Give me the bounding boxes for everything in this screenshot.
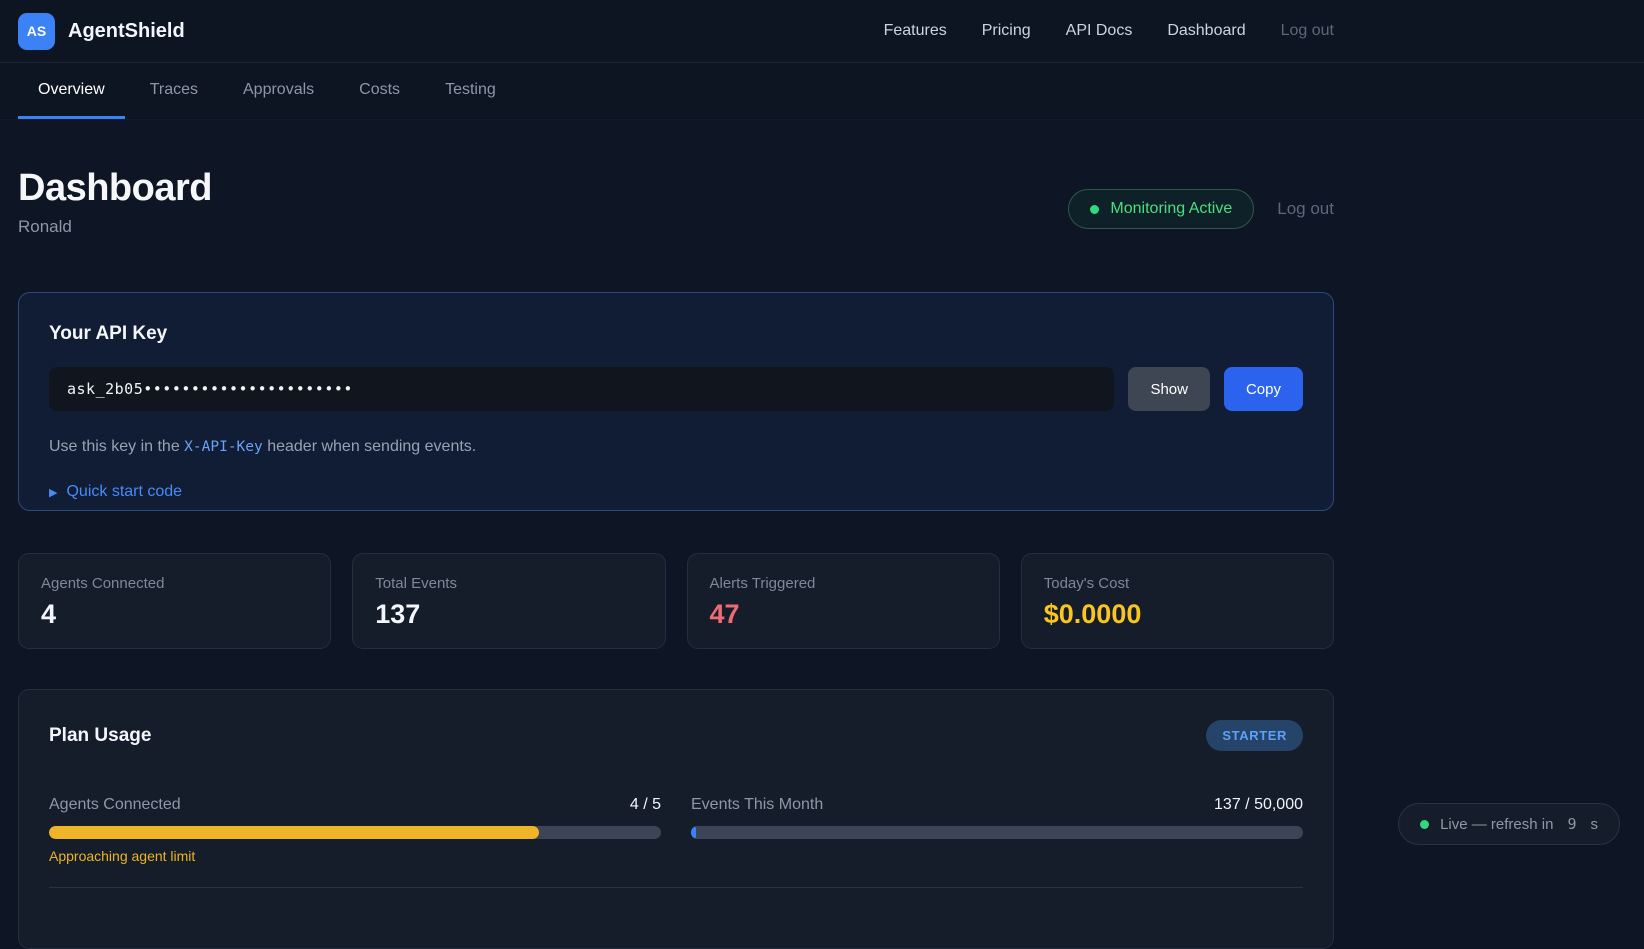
- agents-usage-meter: Agents Connected 4 / 5 Approaching agent…: [49, 796, 661, 864]
- tab-overview[interactable]: Overview: [18, 63, 125, 119]
- nav-link-logout[interactable]: Log out: [1281, 22, 1334, 40]
- tab-traces[interactable]: Traces: [130, 63, 218, 119]
- tab-approvals[interactable]: Approvals: [223, 63, 334, 119]
- api-key-title: Your API Key: [49, 323, 168, 344]
- meter-value: 4 / 5: [629, 796, 661, 813]
- stat-label: Agents Connected: [41, 575, 165, 592]
- tab-costs[interactable]: Costs: [339, 63, 420, 119]
- page-header: Dashboard Ronald Monitoring Active Log o…: [18, 167, 1334, 237]
- stat-card-alerts-triggered: Alerts Triggered 47: [686, 553, 1000, 649]
- agents-progress-fill: [49, 826, 539, 839]
- stat-card-todays-cost: Today's Cost $0.0000: [1020, 553, 1334, 649]
- plan-usage-card: Plan Usage STARTER Agents Connected 4 / …: [18, 689, 1334, 949]
- tab-testing[interactable]: Testing: [425, 63, 516, 119]
- api-key-card: Your API Key ask_2b05•••••••••••••••••••…: [18, 292, 1334, 511]
- user-name: Ronald: [18, 217, 72, 236]
- refresh-countdown: 9: [1567, 815, 1577, 833]
- meter-label: Agents Connected: [49, 796, 181, 813]
- stat-label: Alerts Triggered: [709, 575, 816, 592]
- stat-card-total-events: Total Events 137: [352, 553, 666, 649]
- meter-label: Events This Month: [691, 796, 824, 813]
- stat-label: Total Events: [375, 575, 457, 592]
- expand-triangle-icon: ▶: [49, 486, 58, 499]
- api-key-field[interactable]: ask_2b05••••••••••••••••••••••: [49, 367, 1115, 411]
- brand-name: AgentShield: [68, 19, 185, 42]
- live-dot-icon: [1420, 819, 1430, 829]
- plan-tier-badge: STARTER: [1206, 720, 1303, 751]
- stat-value: 47: [709, 599, 740, 629]
- meter-value: 137 / 50,000: [1214, 796, 1303, 813]
- brand: AS AgentShield: [18, 12, 185, 50]
- brand-logo: AS: [18, 12, 55, 50]
- show-key-button[interactable]: Show: [1128, 367, 1210, 411]
- stat-value: $0.0000: [1043, 599, 1142, 629]
- nav-link-features[interactable]: Features: [884, 22, 947, 40]
- quick-start-label: Quick start code: [66, 483, 183, 500]
- nav-link-pricing[interactable]: Pricing: [982, 22, 1031, 40]
- events-usage-meter: Events This Month 137 / 50,000: [691, 796, 1303, 864]
- status-label: Monitoring Active: [1110, 200, 1233, 217]
- events-progress-fill: [691, 826, 696, 839]
- stats-row: Agents Connected 4 Total Events 137 Aler…: [18, 553, 1334, 649]
- stat-label: Today's Cost: [1043, 575, 1130, 592]
- main-content: Dashboard Ronald Monitoring Active Log o…: [18, 167, 1334, 949]
- status-dot-icon: [1090, 204, 1100, 214]
- top-nav-links: Features Pricing API Docs Dashboard Log …: [884, 22, 1334, 40]
- stat-value: 4: [41, 599, 57, 629]
- plan-usage-title: Plan Usage: [49, 724, 152, 746]
- api-key-helper-text: Use this key in the X-API-Key header whe…: [49, 438, 477, 455]
- tab-bar: Overview Traces Approvals Costs Testing: [0, 63, 1644, 120]
- events-progress-track: [691, 826, 1303, 839]
- agents-progress-track: [49, 826, 661, 839]
- agent-limit-warning: Approaching agent limit: [49, 848, 196, 864]
- page-title: Dashboard: [18, 167, 212, 209]
- monitoring-status-badge: Monitoring Active: [1068, 189, 1255, 229]
- x-api-key-code: X-API-Key: [184, 439, 263, 455]
- stat-card-agents-connected: Agents Connected 4: [18, 553, 332, 649]
- seconds-unit: s: [1590, 815, 1599, 833]
- copy-key-button[interactable]: Copy: [1223, 367, 1303, 411]
- nav-link-dashboard[interactable]: Dashboard: [1167, 22, 1245, 40]
- live-label: Live — refresh in: [1440, 815, 1554, 833]
- live-refresh-indicator: Live — refresh in 9 s: [1398, 803, 1620, 845]
- stat-value: 137: [375, 599, 421, 629]
- top-navbar: AS AgentShield Features Pricing API Docs…: [0, 0, 1644, 63]
- logout-link[interactable]: Log out: [1277, 199, 1334, 219]
- nav-link-api-docs[interactable]: API Docs: [1066, 22, 1133, 40]
- plan-section-divider: [49, 887, 1303, 888]
- quick-start-toggle[interactable]: ▶ Quick start code: [49, 483, 1303, 501]
